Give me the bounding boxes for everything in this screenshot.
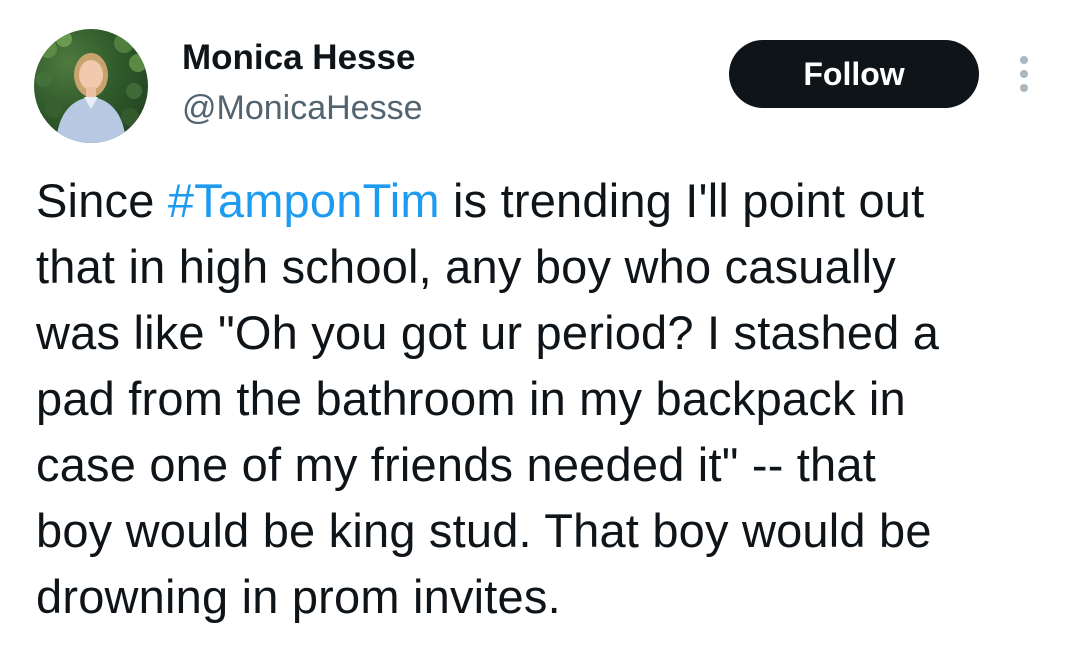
tweet-line: boy would be king stud. That boy would b… [36,504,932,557]
tweet-text-fragment: Since [36,174,168,227]
author-display-name[interactable]: Monica Hesse [182,36,415,80]
more-vertical-icon [1020,56,1028,92]
tweet-line: case one of my friends needed it" -- tha… [36,438,876,491]
avatar-photo [36,31,147,143]
tweet-line: that in high school, any boy who casuall… [36,240,896,293]
tweet-text-fragment: is trending I'll point out [439,174,925,227]
follow-button[interactable]: Follow [729,40,979,108]
tweet-line: pad from the bathroom in my backpack in [36,372,906,425]
author-handle[interactable]: @MonicaHesse [182,87,423,129]
avatar[interactable] [34,29,148,143]
tweet-card: Monica Hesse @MonicaHesse Follow Since #… [0,0,1080,653]
tweet-line: Since #TamponTim is trending I'll point … [36,168,1046,234]
hashtag-link[interactable]: #TamponTim [168,174,440,227]
tweet-line: drowning in prom invites. [36,570,561,623]
more-options-button[interactable] [1006,50,1042,98]
tweet-text: Since #TamponTim is trending I'll point … [36,168,1046,630]
tweet-line: was like "Oh you got ur period? I stashe… [36,306,940,359]
